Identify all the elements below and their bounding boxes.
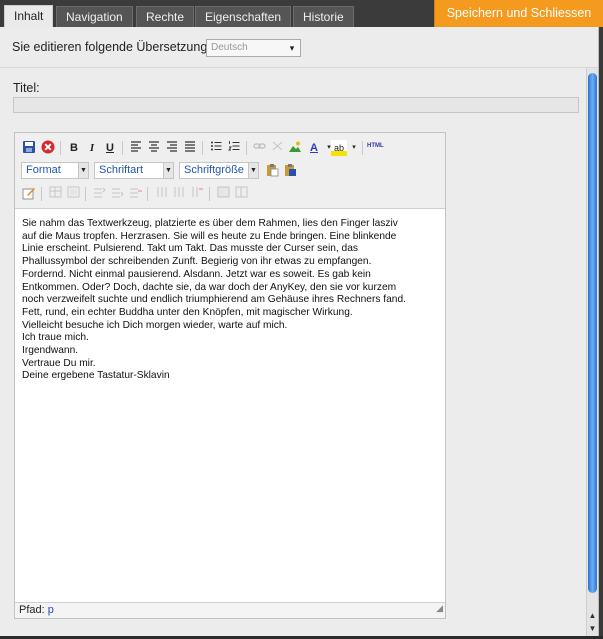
italic-icon[interactable]: I (84, 140, 100, 156)
toolbar-separator (41, 187, 42, 201)
content-line: Ich traue mich. (22, 332, 89, 344)
path-element-link[interactable]: p (48, 604, 54, 616)
tab-inhalt[interactable]: Inhalt (4, 5, 54, 27)
content-line: Fordernd. Nicht einmal pausierend. Alsda… (22, 268, 371, 280)
chevron-down-icon: ▼ (248, 163, 258, 178)
row-before-icon[interactable] (91, 186, 107, 202)
font-select-label: Schriftart (99, 164, 144, 176)
path-label: Pfad: (19, 604, 45, 616)
language-selected-value: Deutsch (211, 42, 248, 53)
vertical-scrollbar[interactable]: ▲ ▼ (586, 68, 598, 636)
resize-handle-icon[interactable]: ◢ (436, 601, 443, 616)
content-panel: Sie editieren folgende Übersetzung: Deut… (0, 27, 599, 636)
content-line: noch verzweifelt suchte und endlich triu… (22, 294, 406, 306)
align-left-icon[interactable] (128, 140, 144, 156)
font-select[interactable]: Schriftart ▼ (94, 162, 174, 179)
text-color-icon[interactable]: A (306, 140, 322, 156)
col-after-icon[interactable] (171, 186, 187, 202)
toolbar-separator (246, 141, 247, 155)
chevron-down-icon: ▼ (163, 163, 173, 178)
align-justify-icon[interactable] (182, 140, 198, 156)
toolbar-separator (122, 141, 123, 155)
chevron-down-icon[interactable]: ▾ (346, 140, 362, 156)
row-after-icon[interactable] (109, 186, 125, 202)
toolbar-separator (202, 141, 203, 155)
col-before-icon[interactable] (153, 186, 169, 202)
toolbar-row-1: B I U A ▾ ab ▾ HTML (19, 138, 445, 158)
title-label: Titel: (13, 81, 40, 95)
table-props-icon[interactable] (65, 186, 81, 202)
scroll-up-icon[interactable]: ▲ (587, 610, 598, 621)
language-select[interactable]: Deutsch ▾ (206, 39, 301, 57)
underline-icon[interactable]: U (102, 140, 118, 156)
toolbar-row-2: Format ▼ Schriftart ▼ Schriftgröße ▼ (19, 161, 445, 181)
content-line: Deine ergebene Tastatur-Sklavin (22, 370, 170, 382)
table-icon[interactable] (47, 186, 63, 202)
align-center-icon[interactable] (146, 140, 162, 156)
scrollbar-thumb[interactable] (588, 73, 597, 593)
toolbar-separator (209, 187, 210, 201)
merge-cells-icon[interactable] (215, 186, 231, 202)
size-select-label: Schriftgröße (184, 164, 244, 176)
tab-eigenschaften[interactable]: Eigenschaften (195, 6, 292, 27)
content-line: Vertraue Du mir. (22, 357, 96, 369)
editor-content[interactable]: Sie nahm das Textwerkzeug, platzierte es… (22, 218, 442, 383)
content-line: Linie erscheint. Pulsierend. Takt um Tak… (22, 243, 358, 255)
html-source-icon[interactable]: HTML (367, 143, 384, 149)
editor-toolbar: B I U A ▾ ab ▾ HTML Format ▼ Schriftart … (15, 133, 445, 209)
content-line: Entkommen. Oder? Doch, dachte sie, da wa… (22, 281, 397, 293)
content-line: Fett, rund, ein echter Buddha unter den … (22, 306, 353, 318)
save-and-close-button[interactable]: Speichern und Schliessen (434, 0, 603, 27)
split-cells-icon[interactable] (233, 186, 249, 202)
cancel-icon[interactable] (40, 140, 56, 156)
content-line: Sie nahm das Textwerkzeug, platzierte es… (22, 218, 398, 229)
tab-rechte[interactable]: Rechte (136, 6, 195, 27)
edit-icon[interactable] (21, 186, 37, 202)
link-icon[interactable] (251, 140, 267, 156)
align-right-icon[interactable] (164, 140, 180, 156)
content-line: auf die Maus tropfen. Herzrasen. Sie wil… (22, 230, 397, 242)
toolbar-separator (60, 141, 61, 155)
format-select-label: Format (26, 164, 61, 176)
save-icon[interactable] (21, 140, 37, 156)
tab-navigation[interactable]: Navigation (56, 6, 133, 27)
image-icon[interactable] (287, 140, 303, 156)
row-delete-icon[interactable] (127, 186, 143, 202)
bold-icon[interactable]: B (66, 140, 82, 156)
paste-word-icon[interactable] (282, 163, 298, 179)
content-line: Phallussymbol der schreibenden Zunft. Be… (22, 256, 372, 268)
size-select[interactable]: Schriftgröße ▼ (179, 162, 259, 179)
title-input[interactable] (13, 97, 579, 113)
unlink-icon[interactable] (269, 140, 285, 156)
paste-icon[interactable] (264, 163, 280, 179)
toolbar-separator (85, 187, 86, 201)
tab-historie[interactable]: Historie (293, 6, 354, 27)
tab-bar: Inhalt Navigation Rechte Eigenschaften H… (0, 0, 603, 27)
scroll-down-icon[interactable]: ▼ (587, 623, 598, 634)
chevron-down-icon: ▼ (78, 163, 88, 178)
language-label: Sie editieren folgende Übersetzung: (12, 40, 211, 54)
rich-text-editor: B I U A ▾ ab ▾ HTML Format ▼ Schriftart … (14, 132, 446, 619)
format-select[interactable]: Format ▼ (21, 162, 89, 179)
ordered-list-icon[interactable] (226, 140, 242, 156)
content-line: Vielleicht besuche ich Dich morgen wiede… (22, 319, 288, 331)
toolbar-separator (147, 187, 148, 201)
highlight-color-icon[interactable]: ab (331, 140, 347, 156)
chevron-down-icon: ▾ (289, 43, 295, 53)
scroll-area: Titel: B I U A ▾ ab ▾ HTML Format ▼ Schr… (0, 68, 598, 636)
editor-status-bar: Pfad: p ◢ (15, 602, 445, 618)
col-delete-icon[interactable] (189, 186, 205, 202)
unordered-list-icon[interactable] (208, 140, 224, 156)
toolbar-row-3 (19, 184, 445, 204)
toolbar-separator (362, 141, 363, 155)
content-line: Irgendwann. (22, 345, 79, 357)
